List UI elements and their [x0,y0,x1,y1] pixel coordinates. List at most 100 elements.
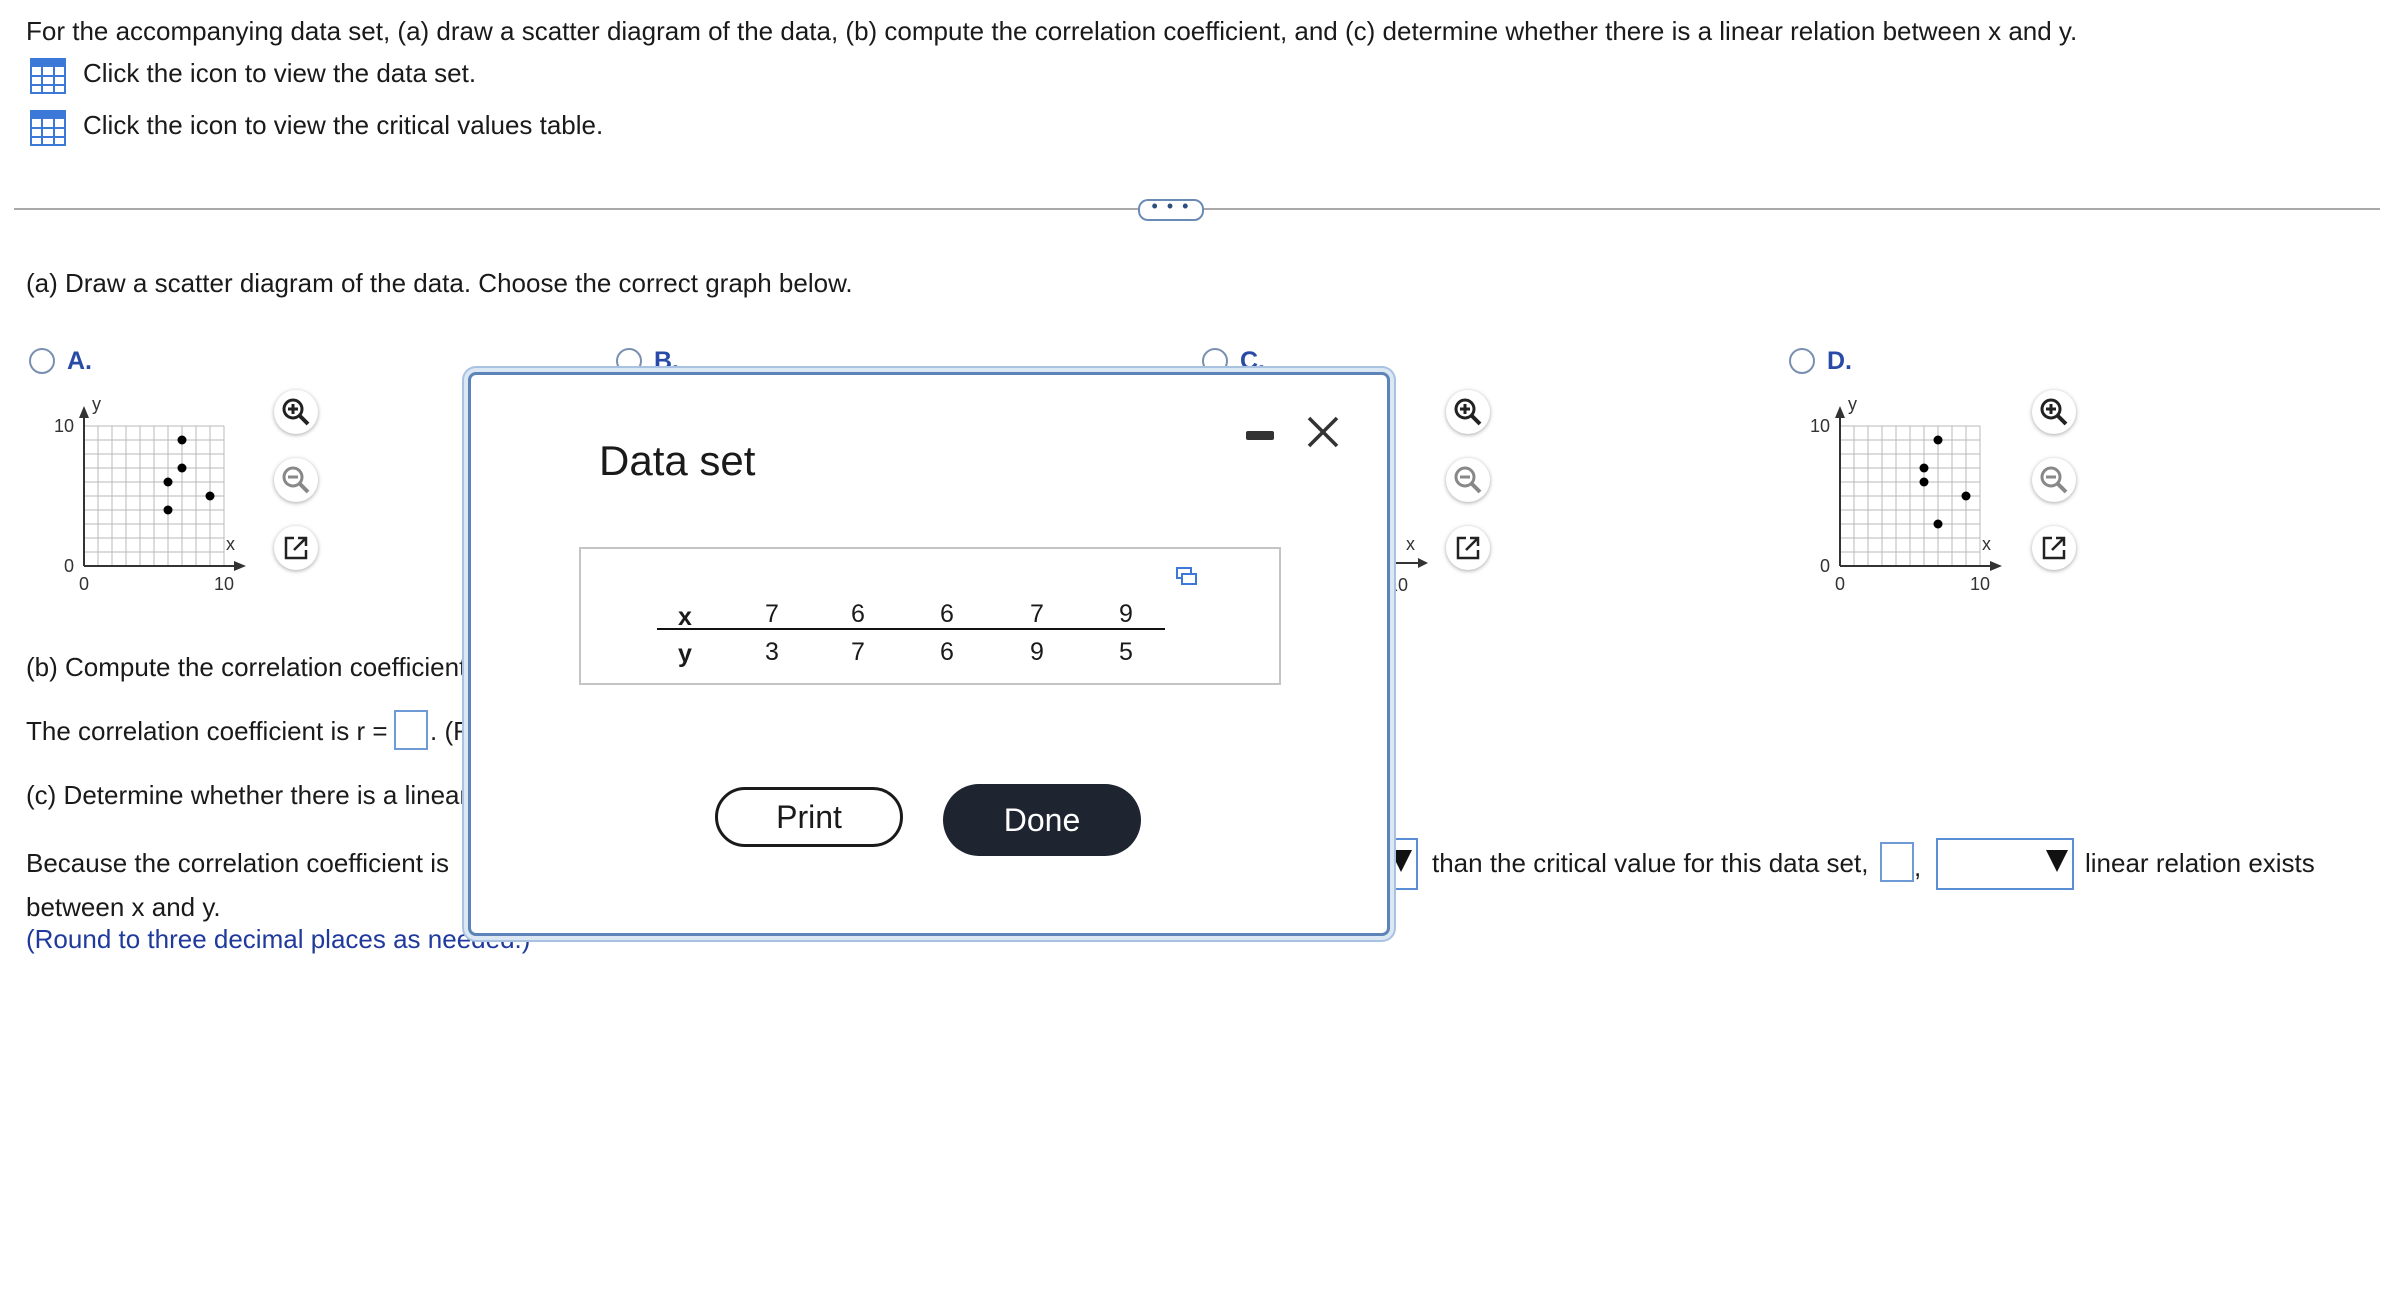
x-value: 6 [851,600,865,628]
option-c-x-label: x [1406,534,1415,554]
data-table: x y 7 6 6 7 9 3 7 6 9 5 [579,547,1281,685]
option-a-radio[interactable] [29,348,55,374]
option-b-radio[interactable] [616,348,642,374]
y-tick-label: 10 [54,416,74,436]
scatter-point [1933,435,1943,445]
critical-value-input[interactable] [1880,842,1914,882]
data-set-link[interactable]: Click the icon to view the data set. [83,60,476,86]
part-a-instruction: (a) Draw a scatter diagram of the data. … [26,268,853,298]
option-a-label[interactable]: A. [67,349,92,374]
scatter-point [205,491,215,501]
y-tick-label: 10 [1810,416,1830,436]
y-axis-arrow [79,406,89,418]
external-link-icon [2042,536,2066,560]
correlation-prompt: The correlation coefficient is r = [26,716,388,746]
x-value: 9 [1119,600,1133,628]
zoom-in-icon [282,398,310,426]
option-a-zoom-in-button[interactable] [274,390,318,434]
zoom-out-icon [2040,466,2068,494]
option-d-graph: y x 10 00 10 [1810,394,2002,594]
x-value: 7 [1030,600,1044,628]
x-header: x [678,603,692,631]
x-axis-arrow [234,561,246,571]
scatter-point [1919,477,1929,487]
minimize-button[interactable] [1246,431,1274,440]
scatter-point [163,477,173,487]
linear-relation-dropdown[interactable] [1936,838,2074,890]
comparison-dropdown-arrow[interactable] [1388,838,1418,890]
part-b-instruction: (b) Compute the correlation coefficient [26,652,467,682]
zoom-out-icon [1454,466,1482,494]
zoom-in-icon [2040,398,2068,426]
data-table-icon[interactable] [30,58,66,94]
copy-icon[interactable] [1175,565,1199,589]
y-axis-label: y [92,394,101,414]
part-c-sentence-start: Because the correlation coefficient is [26,848,449,878]
zoom-out-icon [282,466,310,494]
option-d-expand-button[interactable] [2032,526,2076,570]
option-c-label[interactable]: C. [1240,349,1265,374]
x-axis-label: x [1982,534,1991,554]
x-tick-label: 0 [1835,574,1845,594]
y-value: 6 [940,638,954,666]
part-c-sentence-mid: than the critical value for this data se… [1432,848,1869,878]
option-d-label[interactable]: D. [1827,349,1852,374]
option-c-zoom-out-button[interactable] [1446,458,1490,502]
option-c-graph-edge: x 10 [1384,430,1428,595]
dropdown-arrow-icon [1390,850,1412,872]
option-a-graph: y x 10 00 10 [54,394,246,594]
part-c-instruction: (c) Determine whether there is a linear [26,780,469,810]
scatter-point [177,463,187,473]
close-icon[interactable] [1303,412,1343,452]
round-note: (Round to three decimal places as needed… [26,924,531,954]
print-button[interactable]: Print [715,787,903,847]
y-value: 9 [1030,638,1044,666]
critical-values-link[interactable]: Click the icon to view the critical valu… [83,112,603,138]
option-c-expand-button[interactable] [1446,526,1490,570]
y-value: 5 [1119,638,1133,666]
option-c-ten-label: 10 [1388,575,1408,595]
option-a-zoom-out-button[interactable] [274,458,318,502]
done-button[interactable]: Done [943,784,1141,856]
table-divider [657,628,1165,630]
option-d-zoom-out-button[interactable] [2032,458,2076,502]
y-header: y [678,640,692,668]
y-value: 3 [765,638,779,666]
external-link-icon [284,536,308,560]
option-a-expand-button[interactable] [274,526,318,570]
x-tick-label: 10 [214,574,234,594]
correlation-round-note: . (R [430,716,472,746]
part-c-line2: between x and y. [26,892,221,922]
y-value: 7 [851,638,865,666]
data-set-dialog: Data set x y 7 6 6 7 9 3 7 6 9 5 Print D… [468,372,1390,936]
y-tick-label: 0 [64,556,74,576]
more-button[interactable]: • • • [1138,197,1204,221]
scatter-point [163,505,173,515]
correlation-answer-input[interactable] [394,710,428,750]
x-tick-label: 10 [1970,574,1990,594]
option-b-label[interactable]: B. [654,349,679,374]
scatter-point [177,435,187,445]
zoom-in-icon [1454,398,1482,426]
y-axis-arrow [1835,406,1845,418]
question-prompt: For the accompanying data set, (a) draw … [26,16,2078,46]
option-c-zoom-in-button[interactable] [1446,390,1490,434]
scatter-point [1961,491,1971,501]
x-tick-label: 0 [79,574,89,594]
option-c-radio[interactable] [1202,348,1228,374]
part-c-comma: , [1914,852,1922,882]
x-axis-label: x [226,534,235,554]
x-value: 7 [765,600,779,628]
x-value: 6 [940,600,954,628]
scatter-point [1919,463,1929,473]
critical-table-icon[interactable] [30,110,66,146]
y-axis-label: y [1848,394,1857,414]
option-d-radio[interactable] [1789,348,1815,374]
dropdown-arrow-icon [2046,850,2068,872]
x-axis-arrow [1990,561,2002,571]
option-d-zoom-in-button[interactable] [2032,390,2076,434]
part-c-sentence-end: linear relation exists [2085,848,2315,878]
dialog-title: Data set [599,437,756,484]
scatter-point [1933,519,1943,529]
external-link-icon [1456,536,1480,560]
